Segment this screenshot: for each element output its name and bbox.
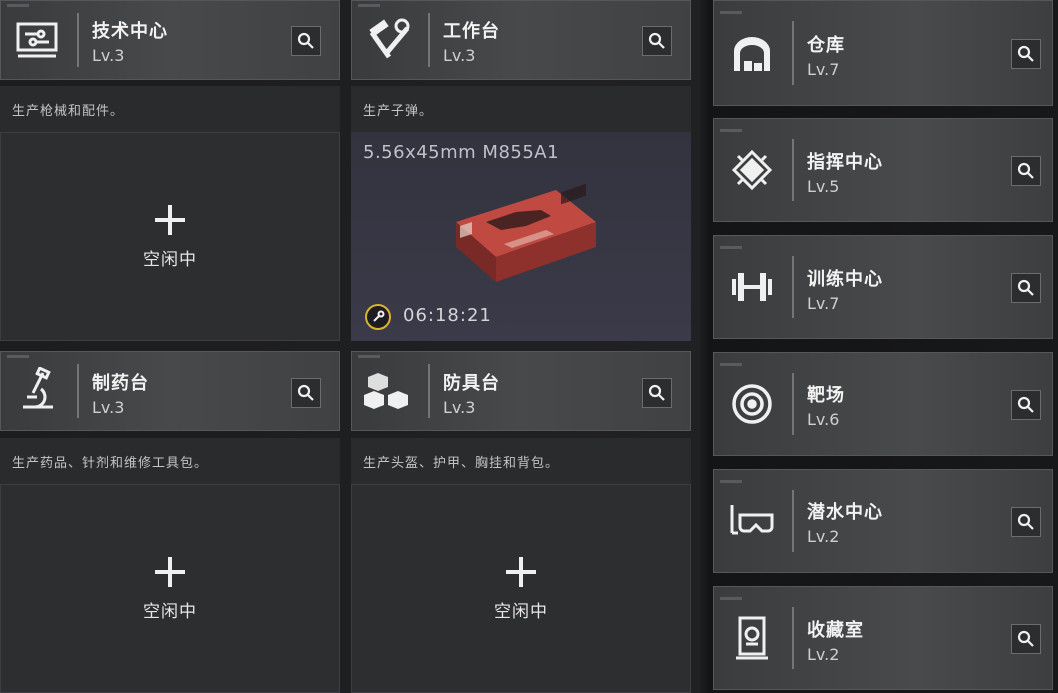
search-icon [1017, 45, 1034, 62]
search-button[interactable] [642, 26, 672, 56]
search-icon [648, 384, 665, 401]
search-button[interactable] [1011, 156, 1041, 186]
facility-card-diving-center[interactable]: 潜水中心 Lv.2 [713, 469, 1053, 573]
facility-name: 防具台 [443, 373, 500, 394]
search-button[interactable] [1011, 273, 1041, 303]
idle-label: 空闲中 [143, 601, 197, 622]
card-separator [428, 364, 430, 418]
dumbbell-icon [726, 261, 778, 313]
card-tag [720, 597, 742, 600]
search-icon [297, 32, 314, 49]
search-icon [1017, 162, 1034, 179]
facility-level: Lv.6 [807, 410, 840, 429]
hammer-wrench-icon [362, 14, 414, 66]
card-separator [428, 13, 430, 67]
production-slot-empty[interactable]: 空闲中 [0, 484, 340, 693]
search-button[interactable] [291, 378, 321, 408]
facility-level: Lv.2 [807, 645, 840, 664]
facility-card-workbench[interactable]: 工作台 Lv.3 [351, 0, 691, 80]
search-icon [1017, 630, 1034, 647]
facility-name: 靶场 [807, 385, 845, 406]
search-button[interactable] [291, 26, 321, 56]
facility-level: Lv.3 [443, 398, 476, 417]
facility-name: 指挥中心 [807, 152, 883, 173]
facility-card-shooting-range[interactable]: 靶场 Lv.6 [713, 352, 1053, 456]
plus-icon [506, 556, 536, 587]
card-separator [792, 373, 794, 435]
facility-level: Lv.3 [92, 398, 125, 417]
card-separator [792, 256, 794, 318]
card-tag [7, 355, 29, 358]
facility-description: 生产枪械和配件。 [0, 86, 340, 132]
search-icon [1017, 513, 1034, 530]
warehouse-icon [726, 27, 778, 79]
facility-card-training-center[interactable]: 训练中心 Lv.7 [713, 235, 1053, 339]
monitor-icon [11, 14, 63, 66]
facility-level: Lv.3 [92, 46, 125, 65]
facility-description: 生产药品、针剂和维修工具包。 [0, 438, 340, 484]
search-icon [1017, 396, 1034, 413]
facility-description: 生产子弹。 [351, 86, 691, 132]
search-icon [648, 32, 665, 49]
search-icon [1017, 279, 1034, 296]
facility-name: 训练中心 [807, 269, 883, 290]
cubes-icon [362, 365, 414, 417]
card-tag [358, 4, 380, 7]
card-tag [720, 129, 742, 132]
base-facilities-screen: 技术中心 Lv.3 生产枪械和配件。 空闲中 制药台 Lv.3 生产药品、针剂和… [0, 0, 1058, 693]
search-button[interactable] [1011, 507, 1041, 537]
card-separator [792, 490, 794, 552]
facility-card-collection-room[interactable]: 收藏室 Lv.2 [713, 586, 1053, 690]
production-slot-active[interactable]: 5.56x45mm M855A1 06:18:21 [351, 132, 691, 341]
facility-card-command-center[interactable]: 指挥中心 Lv.5 [713, 118, 1053, 222]
facility-name: 潜水中心 [807, 502, 883, 523]
card-tag [358, 355, 380, 358]
search-button[interactable] [1011, 390, 1041, 420]
facility-level: Lv.5 [807, 177, 840, 196]
search-button[interactable] [1011, 39, 1041, 69]
facility-card-tech-center[interactable]: 技术中心 Lv.3 [0, 0, 340, 80]
display-case-icon [726, 612, 778, 664]
production-slot-empty[interactable]: 空闲中 [351, 484, 691, 693]
card-tag [720, 11, 742, 14]
card-separator [792, 21, 794, 85]
production-slot-empty[interactable]: 空闲中 [0, 132, 340, 341]
facility-name: 制药台 [92, 373, 149, 394]
card-separator [792, 607, 794, 669]
facility-level: Lv.2 [807, 527, 840, 546]
crafting-timer: 06:18:21 [403, 305, 492, 326]
card-tag [7, 4, 29, 7]
facility-description: 生产头盔、护甲、胸挂和背包。 [351, 438, 691, 484]
facility-card-pharmacy[interactable]: 制药台 Lv.3 [0, 351, 340, 431]
facility-name: 技术中心 [92, 21, 168, 42]
search-button[interactable] [642, 378, 672, 408]
diving-mask-icon [726, 495, 778, 547]
card-tag [720, 363, 742, 366]
facility-level: Lv.7 [807, 294, 840, 313]
facility-level: Lv.3 [443, 46, 476, 65]
search-button[interactable] [1011, 624, 1041, 654]
plus-icon [155, 556, 185, 587]
idle-label: 空闲中 [494, 601, 548, 622]
facility-card-armor-bench[interactable]: 防具台 Lv.3 [351, 351, 691, 431]
plus-icon [155, 204, 185, 235]
card-separator [792, 139, 794, 201]
card-separator [77, 364, 79, 418]
ammo-box-image [456, 183, 596, 282]
crafting-item-name: 5.56x45mm M855A1 [363, 142, 560, 163]
facility-name: 工作台 [443, 21, 500, 42]
microscope-icon [11, 365, 63, 417]
facility-name: 收藏室 [807, 620, 864, 641]
facility-card-warehouse[interactable]: 仓库 Lv.7 [713, 0, 1053, 106]
search-icon [297, 384, 314, 401]
card-tag [720, 480, 742, 483]
card-separator [77, 13, 79, 67]
wrench-timer-icon [365, 304, 391, 330]
target-icon [726, 378, 778, 430]
facility-level: Lv.7 [807, 60, 840, 79]
facility-name: 仓库 [807, 35, 845, 56]
idle-label: 空闲中 [143, 249, 197, 270]
command-chip-icon [726, 144, 778, 196]
card-tag [720, 246, 742, 249]
